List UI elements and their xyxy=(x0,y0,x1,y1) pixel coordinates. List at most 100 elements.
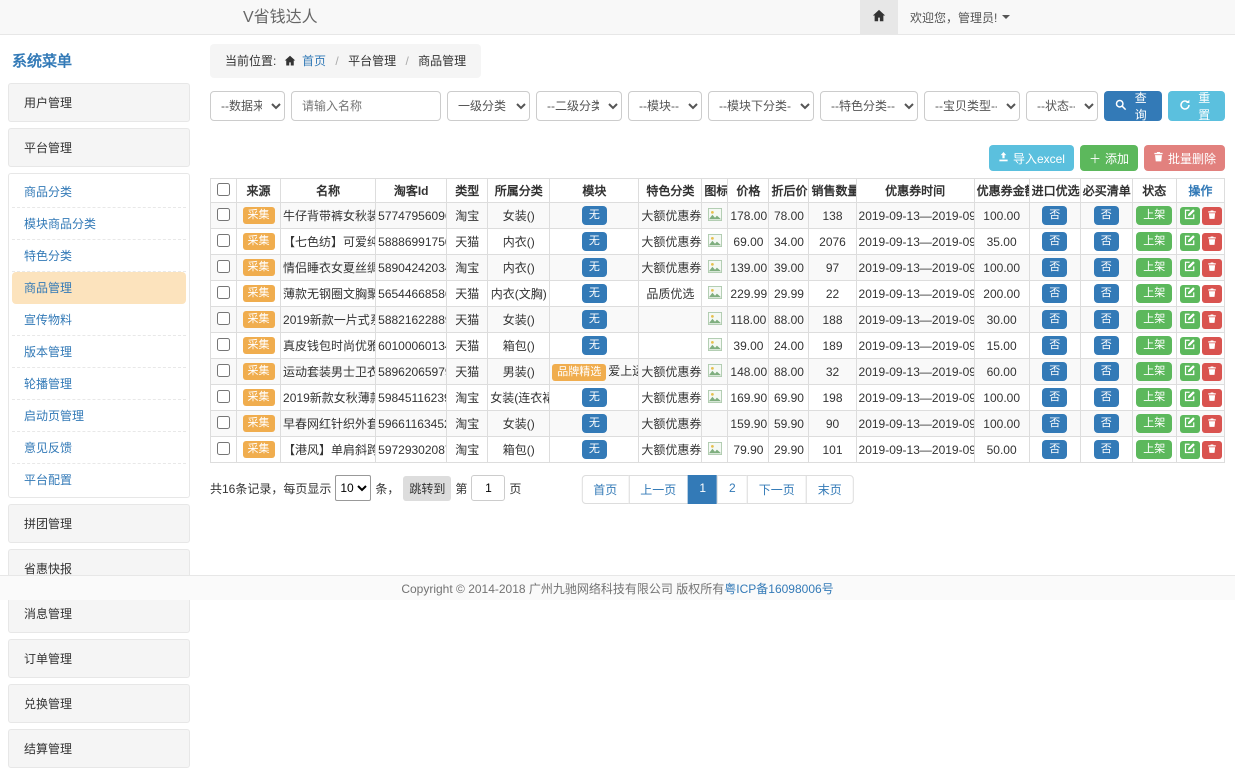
delete-button[interactable] xyxy=(1202,233,1222,251)
edit-button[interactable] xyxy=(1180,337,1200,355)
must-buy-toggle[interactable]: 否 xyxy=(1094,258,1119,277)
delete-button[interactable] xyxy=(1202,415,1222,433)
imported-toggle[interactable]: 否 xyxy=(1042,362,1067,381)
feature-category-select[interactable]: --特色分类-- xyxy=(820,91,918,121)
edit-button[interactable] xyxy=(1180,441,1200,459)
home-button[interactable] xyxy=(860,0,898,34)
imported-toggle[interactable]: 否 xyxy=(1042,258,1067,277)
status-badge[interactable]: 上架 xyxy=(1136,206,1172,225)
must-buy-toggle[interactable]: 否 xyxy=(1094,206,1119,225)
imported-toggle[interactable]: 否 xyxy=(1042,232,1067,251)
must-buy-toggle[interactable]: 否 xyxy=(1094,284,1119,303)
page-1[interactable]: 1 xyxy=(687,475,718,504)
module-subcategory-select[interactable]: --模块下分类-- xyxy=(708,91,814,121)
page-2[interactable]: 2 xyxy=(717,475,748,504)
row-checkbox[interactable] xyxy=(217,338,230,351)
status-badge[interactable]: 上架 xyxy=(1136,336,1172,355)
sidebar-section-12[interactable]: 拼团管理 xyxy=(8,504,190,543)
page-prev[interactable]: 上一页 xyxy=(628,475,688,504)
imported-toggle[interactable]: 否 xyxy=(1042,284,1067,303)
icp-link[interactable]: 粤ICP备16098006号 xyxy=(724,580,833,597)
product-name-input[interactable] xyxy=(291,91,441,121)
edit-button[interactable] xyxy=(1180,285,1200,303)
sidebar-item-4[interactable]: 特色分类 xyxy=(12,240,186,272)
status-badge[interactable]: 上架 xyxy=(1136,284,1172,303)
page-last[interactable]: 末页 xyxy=(806,475,854,504)
import-excel-button[interactable]: 导入excel xyxy=(989,145,1074,171)
imported-toggle[interactable]: 否 xyxy=(1042,388,1067,407)
delete-button[interactable] xyxy=(1202,285,1222,303)
status-badge[interactable]: 上架 xyxy=(1136,362,1172,381)
reset-button[interactable]: 重置 xyxy=(1168,91,1226,121)
row-checkbox[interactable] xyxy=(217,364,230,377)
add-button[interactable]: ＋ 添加 xyxy=(1080,145,1138,171)
edit-button[interactable] xyxy=(1180,415,1200,433)
row-checkbox[interactable] xyxy=(217,208,230,221)
status-badge[interactable]: 上架 xyxy=(1136,414,1172,433)
sidebar-item-7[interactable]: 版本管理 xyxy=(12,336,186,368)
sidebar-item-9[interactable]: 启动页管理 xyxy=(12,400,186,432)
edit-button[interactable] xyxy=(1180,207,1200,225)
level2-category-select[interactable]: --二级分类-- xyxy=(536,91,622,121)
delete-button[interactable] xyxy=(1202,259,1222,277)
sidebar-item-8[interactable]: 轮播管理 xyxy=(12,368,186,400)
search-button[interactable]: 查询 xyxy=(1104,91,1162,121)
row-checkbox[interactable] xyxy=(217,312,230,325)
sidebar-section-0[interactable]: 用户管理 xyxy=(8,83,190,122)
imported-toggle[interactable]: 否 xyxy=(1042,414,1067,433)
sidebar-item-2[interactable]: 商品分类 xyxy=(12,176,186,208)
jump-to-button[interactable]: 跳转到 xyxy=(403,476,451,501)
select-all-checkbox[interactable] xyxy=(217,183,230,196)
status-badge[interactable]: 上架 xyxy=(1136,388,1172,407)
imported-toggle[interactable]: 否 xyxy=(1042,310,1067,329)
status-select[interactable]: --状态-- xyxy=(1026,91,1098,121)
sidebar-item-11[interactable]: 平台配置 xyxy=(12,464,186,495)
sidebar-item-6[interactable]: 宣传物料 xyxy=(12,304,186,336)
row-checkbox[interactable] xyxy=(217,390,230,403)
sidebar-item-3[interactable]: 模块商品分类 xyxy=(12,208,186,240)
status-badge[interactable]: 上架 xyxy=(1136,232,1172,251)
imported-toggle[interactable]: 否 xyxy=(1042,336,1067,355)
status-badge[interactable]: 上架 xyxy=(1136,440,1172,459)
status-badge[interactable]: 上架 xyxy=(1136,258,1172,277)
sidebar-section-15[interactable]: 订单管理 xyxy=(8,639,190,678)
page-first[interactable]: 首页 xyxy=(581,475,629,504)
sidebar-section-17[interactable]: 结算管理 xyxy=(8,729,190,768)
sidebar-item-10[interactable]: 意见反馈 xyxy=(12,432,186,464)
row-checkbox[interactable] xyxy=(217,442,230,455)
edit-button[interactable] xyxy=(1180,259,1200,277)
per-page-select[interactable]: 10 xyxy=(335,475,371,501)
delete-button[interactable] xyxy=(1202,389,1222,407)
imported-toggle[interactable]: 否 xyxy=(1042,440,1067,459)
must-buy-toggle[interactable]: 否 xyxy=(1094,388,1119,407)
must-buy-toggle[interactable]: 否 xyxy=(1094,440,1119,459)
must-buy-toggle[interactable]: 否 xyxy=(1094,336,1119,355)
row-checkbox[interactable] xyxy=(217,286,230,299)
sidebar-section-1[interactable]: 平台管理 xyxy=(8,128,190,167)
edit-button[interactable] xyxy=(1180,389,1200,407)
page-number-input[interactable] xyxy=(471,475,505,501)
breadcrumb-home-link[interactable]: 首页 xyxy=(302,54,326,68)
sidebar-section-16[interactable]: 兑换管理 xyxy=(8,684,190,723)
imported-toggle[interactable]: 否 xyxy=(1042,206,1067,225)
delete-button[interactable] xyxy=(1202,363,1222,381)
delete-button[interactable] xyxy=(1202,337,1222,355)
edit-button[interactable] xyxy=(1180,233,1200,251)
row-checkbox[interactable] xyxy=(217,260,230,273)
row-checkbox[interactable] xyxy=(217,416,230,429)
row-checkbox[interactable] xyxy=(217,234,230,247)
item-type-select[interactable]: --宝贝类型-- xyxy=(924,91,1020,121)
delete-button[interactable] xyxy=(1202,207,1222,225)
edit-button[interactable] xyxy=(1180,363,1200,381)
module-select[interactable]: --模块-- xyxy=(628,91,702,121)
sidebar-item-5[interactable]: 商品管理 xyxy=(12,272,186,304)
delete-button[interactable] xyxy=(1202,311,1222,329)
delete-button[interactable] xyxy=(1202,441,1222,459)
user-menu[interactable]: 欢迎您，管理员! xyxy=(898,0,1022,34)
must-buy-toggle[interactable]: 否 xyxy=(1094,414,1119,433)
must-buy-toggle[interactable]: 否 xyxy=(1094,310,1119,329)
page-next[interactable]: 下一页 xyxy=(747,475,807,504)
level1-category-select[interactable]: 一级分类 xyxy=(447,91,530,121)
status-badge[interactable]: 上架 xyxy=(1136,310,1172,329)
must-buy-toggle[interactable]: 否 xyxy=(1094,232,1119,251)
